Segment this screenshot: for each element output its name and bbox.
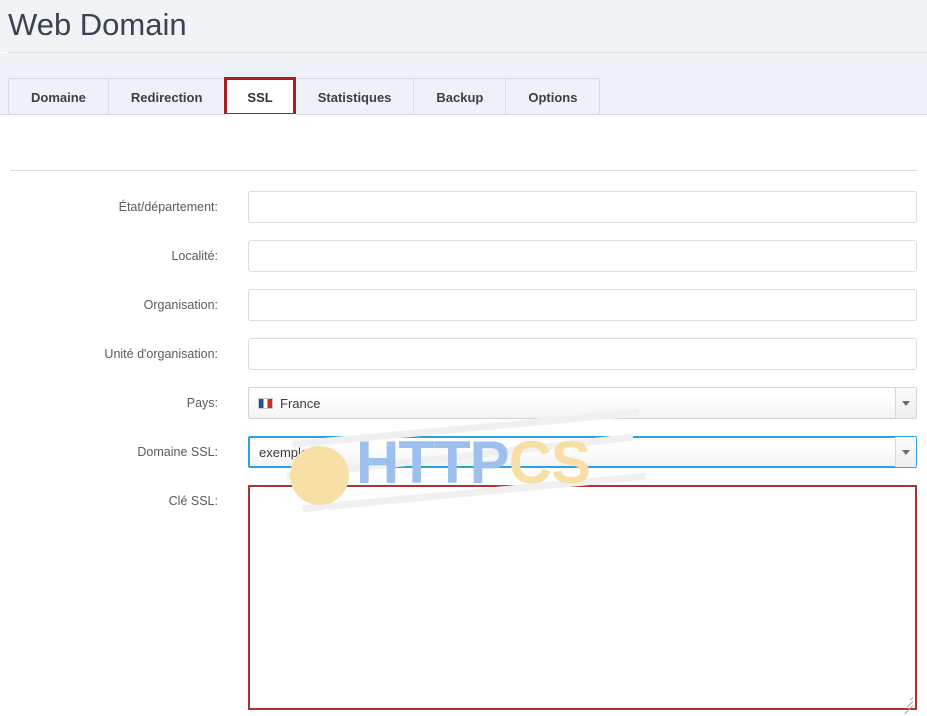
tab-label: Options xyxy=(528,89,578,105)
select-value-text: France xyxy=(280,395,321,411)
form-row: État/département: xyxy=(0,191,927,240)
field-label: Localité: xyxy=(171,249,218,263)
domaine-ssl-select[interactable]: exemple.com xyxy=(248,436,917,468)
field-label: Clé SSL: xyxy=(168,494,218,508)
cle-ssl-textarea[interactable] xyxy=(248,485,917,710)
field-label: État/département: xyxy=(118,200,218,214)
tab-bar: Domaine Redirection SSL Statistiques Backup O… xyxy=(0,53,927,116)
form-row: Organisation: xyxy=(0,289,927,338)
field-control xyxy=(248,240,917,272)
field-control: exemple.com xyxy=(248,436,917,468)
chevron-down-icon[interactable] xyxy=(895,437,916,467)
field-control xyxy=(248,191,917,223)
tab-label: Statistiques xyxy=(317,89,392,105)
select-value-wrap: exemple.com xyxy=(250,445,336,460)
field-label: Organisation: xyxy=(143,298,218,312)
field-label: Unité d'organisation: xyxy=(104,347,218,361)
tab-options[interactable]: Options xyxy=(506,79,601,115)
page-header: Web Domain xyxy=(0,0,927,52)
field-label: Domaine SSL: xyxy=(137,445,218,459)
field-control: France xyxy=(248,387,917,419)
section-divider xyxy=(10,170,917,171)
caret-glyph xyxy=(902,449,910,455)
tab-statistiques[interactable]: Statistiques xyxy=(295,79,415,115)
etat-departement-input[interactable] xyxy=(248,191,917,223)
localite-input[interactable] xyxy=(248,240,917,272)
pays-select[interactable]: France xyxy=(248,387,917,419)
page-title: Web Domain xyxy=(8,7,187,42)
app-window: Web Domain Domaine Redirection SSL Statisti… xyxy=(0,0,927,716)
ssl-form: État/département: Localité: Organisation: U… xyxy=(0,191,927,715)
select-value-text: exemple.com xyxy=(259,444,337,460)
field-control xyxy=(248,485,917,715)
form-row: Localité: xyxy=(0,240,927,289)
textarea-wrap xyxy=(248,485,917,715)
field-label: Pays: xyxy=(186,396,218,410)
chevron-down-icon[interactable] xyxy=(895,388,916,418)
caret-glyph xyxy=(902,400,910,406)
tab-label: Domaine xyxy=(31,89,86,105)
form-row: Clé SSL: xyxy=(0,485,927,715)
tab-label: Backup xyxy=(436,89,484,105)
tab-backup[interactable]: Backup xyxy=(414,79,507,115)
tab-label: SSL xyxy=(247,89,273,105)
tab-redirection[interactable]: Redirection xyxy=(108,79,226,115)
field-control xyxy=(248,289,917,321)
tab-panel-ssl: HTTPCS État/département: Localité: Organis… xyxy=(0,115,927,716)
field-control xyxy=(248,338,917,370)
flag-fr-icon xyxy=(258,397,273,409)
tab-label: Redirection xyxy=(130,89,203,105)
tab-ssl[interactable]: SSL xyxy=(224,77,296,116)
form-row: Unité d'organisation: xyxy=(0,338,927,387)
tab-list: Domaine Redirection SSL Statistiques Backup O… xyxy=(8,77,601,116)
unite-d-organisation-input[interactable] xyxy=(248,338,917,370)
select-value-wrap: France xyxy=(249,396,320,411)
organisation-input[interactable] xyxy=(248,289,917,321)
form-row: Pays: France xyxy=(0,387,927,436)
form-row: Domaine SSL: exemple.com xyxy=(0,436,927,485)
tab-domaine[interactable]: Domaine xyxy=(8,79,109,115)
